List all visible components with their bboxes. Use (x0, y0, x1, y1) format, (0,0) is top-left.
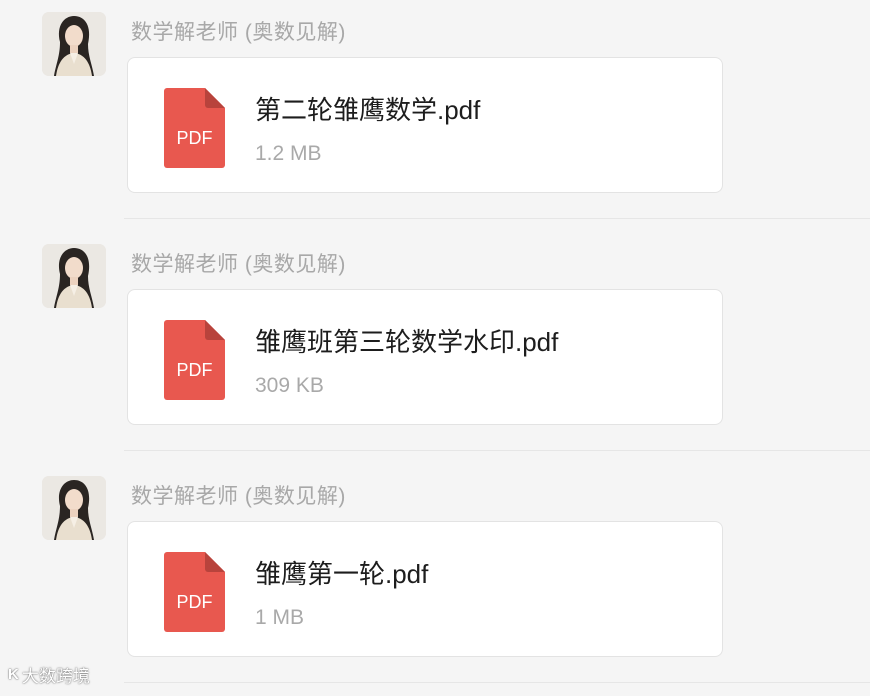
divider (124, 218, 870, 219)
file-name: 雏鹰第一轮.pdf (255, 559, 429, 589)
file-card[interactable]: PDF 雏鹰第一轮.pdf 1 MB (127, 521, 723, 657)
pdf-file-icon: PDF (164, 552, 225, 632)
file-size: 1 MB (255, 606, 305, 629)
sender-name: 数学解老师 (奥数见解) (131, 253, 346, 276)
chat-message: 数学解老师 (奥数见解) PDF 第二轮雏鹰数学.pdf 1.2 MB (0, 0, 870, 232)
file-name: 雏鹰班第三轮数学水印.pdf (255, 327, 559, 357)
sender-name: 数学解老师 (奥数见解) (131, 21, 346, 44)
avatar[interactable] (42, 12, 106, 76)
avatar[interactable] (42, 476, 106, 540)
pdf-file-icon: PDF (164, 320, 225, 400)
file-size: 309 KB (255, 374, 324, 397)
watermark: K 大数跨境 (8, 662, 90, 687)
watermark-logo: K (8, 666, 19, 683)
chat-message: 数学解老师 (奥数见解) PDF 雏鹰第一轮.pdf 1 MB (0, 464, 870, 696)
pdf-icon-label: PDF (177, 360, 213, 380)
file-card[interactable]: PDF 雏鹰班第三轮数学水印.pdf 309 KB (127, 289, 723, 425)
file-card[interactable]: PDF 第二轮雏鹰数学.pdf 1.2 MB (127, 57, 723, 193)
file-size: 1.2 MB (255, 142, 322, 165)
watermark-text: 大数跨境 (21, 667, 90, 686)
avatar-portrait-icon (42, 244, 106, 308)
avatar-portrait-icon (42, 12, 106, 76)
pdf-file-icon: PDF (164, 88, 225, 168)
chat-message: 数学解老师 (奥数见解) PDF 雏鹰班第三轮数学水印.pdf 309 KB (0, 232, 870, 464)
divider (124, 450, 870, 451)
avatar-portrait-icon (42, 476, 106, 540)
divider (124, 682, 870, 683)
pdf-icon-label: PDF (177, 592, 213, 612)
file-name: 第二轮雏鹰数学.pdf (255, 95, 481, 125)
avatar[interactable] (42, 244, 106, 308)
sender-name: 数学解老师 (奥数见解) (131, 485, 346, 508)
pdf-icon-label: PDF (177, 128, 213, 148)
